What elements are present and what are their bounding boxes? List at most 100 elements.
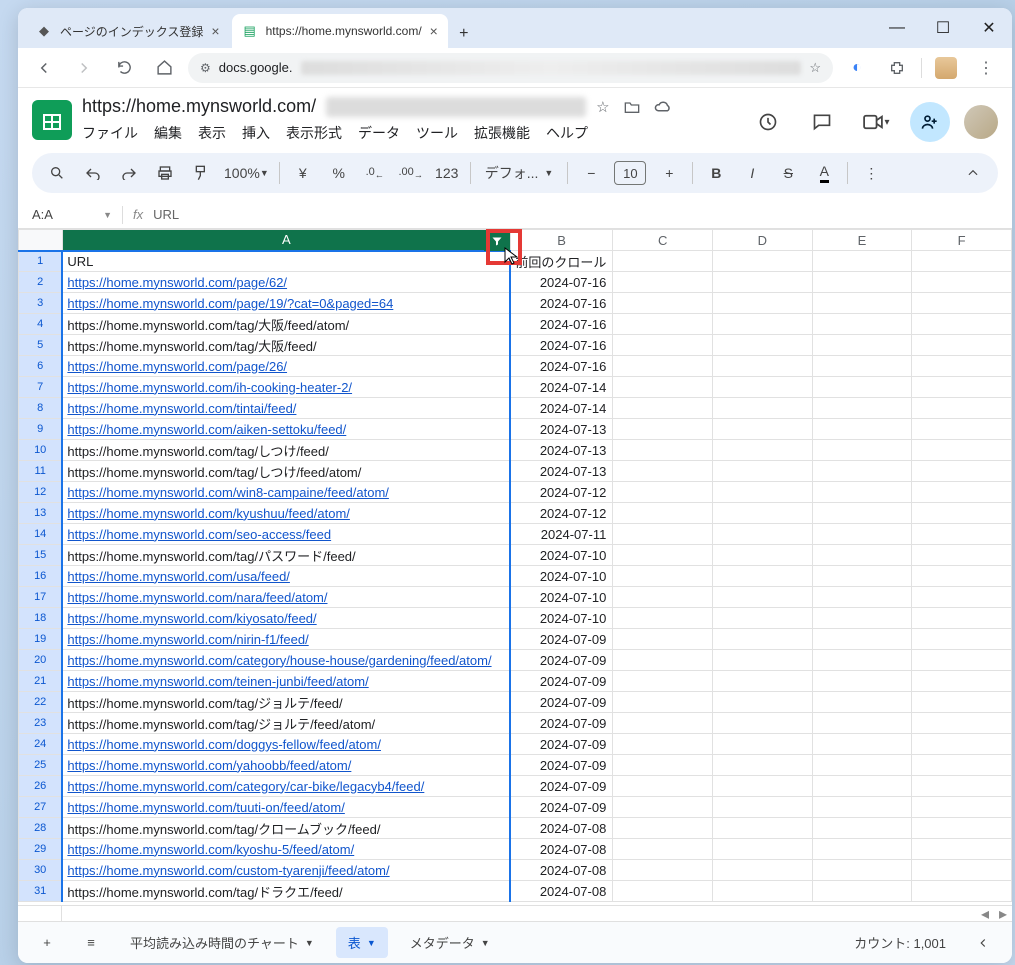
cell-B1[interactable]: 前回のクロール xyxy=(510,251,613,272)
row-header[interactable]: 9 xyxy=(19,419,63,440)
cell-C29[interactable] xyxy=(613,839,713,860)
cell-B27[interactable]: 2024-07-09 xyxy=(510,797,613,818)
cell-A3[interactable]: https://home.mynsworld.com/page/19/?cat=… xyxy=(62,293,510,314)
cell-C9[interactable] xyxy=(613,419,713,440)
row-header[interactable]: 4 xyxy=(19,314,63,335)
row-header[interactable]: 17 xyxy=(19,587,63,608)
cell-A10[interactable]: https://home.mynsworld.com/tag/しつけ/feed/ xyxy=(62,440,510,461)
explore-button[interactable] xyxy=(966,926,1000,960)
cell-D5[interactable] xyxy=(712,335,812,356)
cell-B9[interactable]: 2024-07-13 xyxy=(510,419,613,440)
row-header[interactable]: 23 xyxy=(19,713,63,734)
forward-button[interactable] xyxy=(68,52,100,84)
column-header-B[interactable]: B xyxy=(510,230,613,251)
cell-E13[interactable] xyxy=(812,503,912,524)
cell-E18[interactable] xyxy=(812,608,912,629)
cell-C19[interactable] xyxy=(613,629,713,650)
cell-B24[interactable]: 2024-07-09 xyxy=(510,734,613,755)
cell-D22[interactable] xyxy=(712,692,812,713)
home-button[interactable] xyxy=(148,52,180,84)
cell-A8[interactable]: https://home.mynsworld.com/tintai/feed/ xyxy=(62,398,510,419)
cell-E22[interactable] xyxy=(812,692,912,713)
fontsize-input[interactable]: 10 xyxy=(614,161,646,185)
cell-D19[interactable] xyxy=(712,629,812,650)
cell-A7[interactable]: https://home.mynsworld.com/ih-cooking-he… xyxy=(62,377,510,398)
cell-F25[interactable] xyxy=(912,755,1012,776)
cell-A23[interactable]: https://home.mynsworld.com/tag/ジョルテ/feed… xyxy=(62,713,510,734)
cell-B2[interactable]: 2024-07-16 xyxy=(510,272,613,293)
cell-F27[interactable] xyxy=(912,797,1012,818)
row-header[interactable]: 6 xyxy=(19,356,63,377)
cell-F15[interactable] xyxy=(912,545,1012,566)
cell-E11[interactable] xyxy=(812,461,912,482)
cell-F21[interactable] xyxy=(912,671,1012,692)
status-count[interactable]: カウント: 1,001 xyxy=(854,933,946,952)
sheet-tab-table[interactable]: 表▼ xyxy=(336,927,388,958)
cell-A5[interactable]: https://home.mynsworld.com/tag/大阪/feed/ xyxy=(62,335,510,356)
cell-A13[interactable]: https://home.mynsworld.com/kyushuu/feed/… xyxy=(62,503,510,524)
cell-F3[interactable] xyxy=(912,293,1012,314)
cell-E17[interactable] xyxy=(812,587,912,608)
cell-F24[interactable] xyxy=(912,734,1012,755)
cell-D27[interactable] xyxy=(712,797,812,818)
copilot-icon[interactable]: ◐ xyxy=(841,52,873,84)
sheet-tab-metadata[interactable]: メタデータ▼ xyxy=(398,927,502,958)
row-header[interactable]: 15 xyxy=(19,545,63,566)
italic-button[interactable]: I xyxy=(739,159,765,187)
cell-F29[interactable] xyxy=(912,839,1012,860)
cell-C7[interactable] xyxy=(613,377,713,398)
row-header[interactable]: 20 xyxy=(19,650,63,671)
cell-B10[interactable]: 2024-07-13 xyxy=(510,440,613,461)
cell-B21[interactable]: 2024-07-09 xyxy=(510,671,613,692)
cell-F20[interactable] xyxy=(912,650,1012,671)
share-button[interactable] xyxy=(910,102,950,142)
cell-D29[interactable] xyxy=(712,839,812,860)
cell-B28[interactable]: 2024-07-08 xyxy=(510,818,613,839)
decrease-decimal-button[interactable]: .0← xyxy=(362,159,388,187)
cell-D1[interactable] xyxy=(712,251,812,272)
cell-D11[interactable] xyxy=(712,461,812,482)
cell-A14[interactable]: https://home.mynsworld.com/seo-access/fe… xyxy=(62,524,510,545)
cell-A24[interactable]: https://home.mynsworld.com/doggys-fellow… xyxy=(62,734,510,755)
cell-F2[interactable] xyxy=(912,272,1012,293)
cell-E27[interactable] xyxy=(812,797,912,818)
row-header[interactable]: 13 xyxy=(19,503,63,524)
cell-B23[interactable]: 2024-07-09 xyxy=(510,713,613,734)
address-bar[interactable]: ⚙ docs.google. ☆ xyxy=(188,53,833,83)
cell-E16[interactable] xyxy=(812,566,912,587)
minimize-button[interactable]: — xyxy=(874,8,920,48)
cell-F9[interactable] xyxy=(912,419,1012,440)
cell-F1[interactable] xyxy=(912,251,1012,272)
cell-D13[interactable] xyxy=(712,503,812,524)
cell-E4[interactable] xyxy=(812,314,912,335)
row-header[interactable]: 11 xyxy=(19,461,63,482)
cell-E6[interactable] xyxy=(812,356,912,377)
cell-F19[interactable] xyxy=(912,629,1012,650)
cell-D2[interactable] xyxy=(712,272,812,293)
cell-A26[interactable]: https://home.mynsworld.com/category/car-… xyxy=(62,776,510,797)
cell-F28[interactable] xyxy=(912,818,1012,839)
cell-D23[interactable] xyxy=(712,713,812,734)
cell-E26[interactable] xyxy=(812,776,912,797)
cell-D18[interactable] xyxy=(712,608,812,629)
percent-button[interactable]: % xyxy=(326,159,352,187)
menu-view[interactable]: 表示 xyxy=(198,123,226,143)
add-sheet-button[interactable]: + xyxy=(30,926,64,960)
row-header[interactable]: 14 xyxy=(19,524,63,545)
cell-D26[interactable] xyxy=(712,776,812,797)
cell-E25[interactable] xyxy=(812,755,912,776)
cell-C3[interactable] xyxy=(613,293,713,314)
cell-E14[interactable] xyxy=(812,524,912,545)
horizontal-scrollbar[interactable]: ◂ ▸ xyxy=(18,905,1012,921)
cell-B12[interactable]: 2024-07-12 xyxy=(510,482,613,503)
cell-A18[interactable]: https://home.mynsworld.com/kiyosato/feed… xyxy=(62,608,510,629)
cell-D25[interactable] xyxy=(712,755,812,776)
cell-F13[interactable] xyxy=(912,503,1012,524)
row-header[interactable]: 18 xyxy=(19,608,63,629)
cell-A15[interactable]: https://home.mynsworld.com/tag/パスワード/fee… xyxy=(62,545,510,566)
cell-C11[interactable] xyxy=(613,461,713,482)
row-header[interactable]: 8 xyxy=(19,398,63,419)
row-header[interactable]: 10 xyxy=(19,440,63,461)
cell-C8[interactable] xyxy=(613,398,713,419)
row-header[interactable]: 29 xyxy=(19,839,63,860)
